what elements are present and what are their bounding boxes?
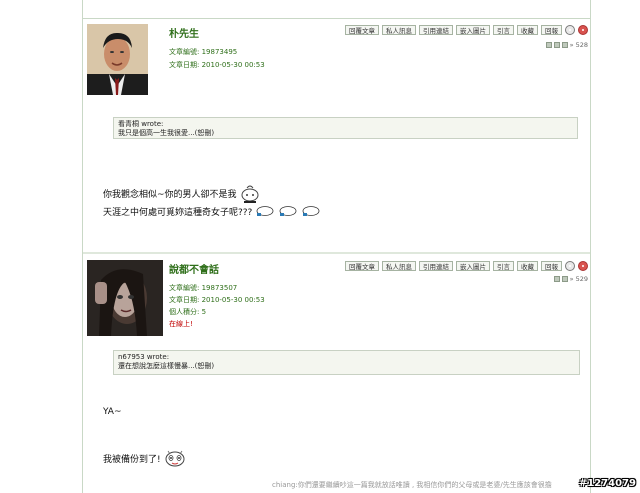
quote-link-button[interactable]: 引用連結	[419, 25, 453, 35]
settings-icon[interactable]	[565, 25, 575, 35]
article-number: 19873507	[201, 284, 238, 292]
article-number-line: 文章編號: 19873507	[169, 285, 237, 292]
post-line-text: 我被備份到了!	[103, 455, 161, 465]
report-button[interactable]: 回報	[541, 25, 562, 35]
footer-note: chiang:你們還要繼續吵這一篇我就放話唯讀 , 我相信你們的父母或是老婆/先…	[272, 481, 552, 489]
points-line: 個人積分: 5	[169, 309, 206, 316]
post-line: 天涯之中何處可覓妳這種奇女子呢???	[103, 204, 323, 221]
article-date: 2010-05-30 00:53	[201, 61, 265, 69]
mail-icon[interactable]	[561, 42, 568, 48]
post-line: YA~	[103, 407, 122, 417]
share-icon[interactable]	[545, 42, 552, 48]
post-line-text: 天涯之中何處可覓妳這種奇女子呢???	[103, 208, 253, 218]
quote-author: 看青桐 wrote:	[118, 120, 164, 128]
online-status: 在線上!	[169, 320, 193, 328]
avatar[interactable]	[87, 24, 148, 95]
delete-icon[interactable]	[578, 25, 588, 35]
quote-block: n67953 wrote: 還在想說怎麼這樣慢暴...(恕刪)	[113, 350, 580, 375]
post-528: 朴先生 文章編號: 19873495 文章日期: 2010-05-30 00:5…	[83, 20, 590, 252]
quote-text: 我只是個高一生我很愛...(恕刪)	[118, 129, 215, 137]
frame-top-border	[82, 18, 591, 19]
quote-block: 看青桐 wrote: 我只是個高一生我很愛...(恕刪)	[113, 117, 578, 139]
print-icon[interactable]	[561, 276, 568, 282]
article-number-label: 文章編號:	[169, 284, 200, 292]
quote-author: n67953 wrote:	[118, 353, 170, 361]
bookmark-button[interactable]: 收藏	[517, 25, 538, 35]
article-number: 19873495	[201, 48, 238, 56]
article-date-line: 文章日期: 2010-05-30 00:53	[169, 297, 265, 304]
post-529: 說都不會話 文章編號: 19873507 文章日期: 2010-05-30 00…	[83, 254, 590, 493]
share-icon[interactable]	[553, 276, 560, 282]
article-number-label: 文章編號:	[169, 48, 200, 56]
post-number[interactable]: 528	[576, 41, 588, 49]
avatar[interactable]	[87, 260, 163, 336]
quote-button[interactable]: 引言	[493, 261, 514, 271]
username[interactable]: 說都不會話	[169, 261, 219, 276]
bookmark-button[interactable]: 收藏	[517, 261, 538, 271]
post-number-arrow: »	[569, 275, 574, 283]
article-date-label: 文章日期:	[169, 61, 200, 69]
watermark: #1274079	[578, 478, 636, 489]
quote-link-button[interactable]: 引用連結	[419, 261, 453, 271]
frame-right-border	[590, 0, 591, 493]
post-action-bar: 回覆文章 私人訊息 引用連結 嵌入圖片 引言 收藏 回報	[345, 25, 588, 35]
username[interactable]: 朴先生	[169, 25, 199, 40]
settings-icon[interactable]	[565, 261, 575, 271]
private-message-button[interactable]: 私人訊息	[382, 261, 416, 271]
article-date-label: 文章日期:	[169, 296, 200, 304]
quote-text: 還在想說怎麼這樣慢暴...(恕刪)	[118, 362, 215, 370]
post-number-bar: » 528	[545, 41, 588, 49]
post-line-text: YA~	[103, 407, 122, 417]
post-number[interactable]: 529	[576, 275, 588, 283]
embed-image-button[interactable]: 嵌入圖片	[456, 25, 490, 35]
post-action-bar: 回覆文章 私人訊息 引用連結 嵌入圖片 引言 收藏 回報	[345, 261, 588, 271]
post-line: 我被備份到了!	[103, 446, 187, 473]
embed-image-button[interactable]: 嵌入圖片	[456, 261, 490, 271]
points-label: 個人積分:	[169, 308, 200, 316]
reply-button[interactable]: 回覆文章	[345, 25, 379, 35]
report-button[interactable]: 回報	[541, 261, 562, 271]
points-value: 5	[201, 308, 207, 316]
quote-button[interactable]: 引言	[493, 25, 514, 35]
post-number-bar: » 529	[553, 275, 588, 283]
post-line-text: 你我觀念相似~你的男人卻不是我	[103, 190, 237, 200]
running-emoticon-icon	[255, 204, 323, 221]
article-date-line: 文章日期: 2010-05-30 00:53	[169, 62, 265, 69]
print-icon[interactable]	[553, 42, 560, 48]
article-date: 2010-05-30 00:53	[201, 296, 265, 304]
private-message-button[interactable]: 私人訊息	[382, 25, 416, 35]
delete-icon[interactable]	[578, 261, 588, 271]
post-number-arrow: »	[569, 41, 574, 49]
reply-button[interactable]: 回覆文章	[345, 261, 379, 271]
article-number-line: 文章編號: 19873495	[169, 49, 237, 56]
bun-emoticon-icon	[163, 446, 187, 473]
